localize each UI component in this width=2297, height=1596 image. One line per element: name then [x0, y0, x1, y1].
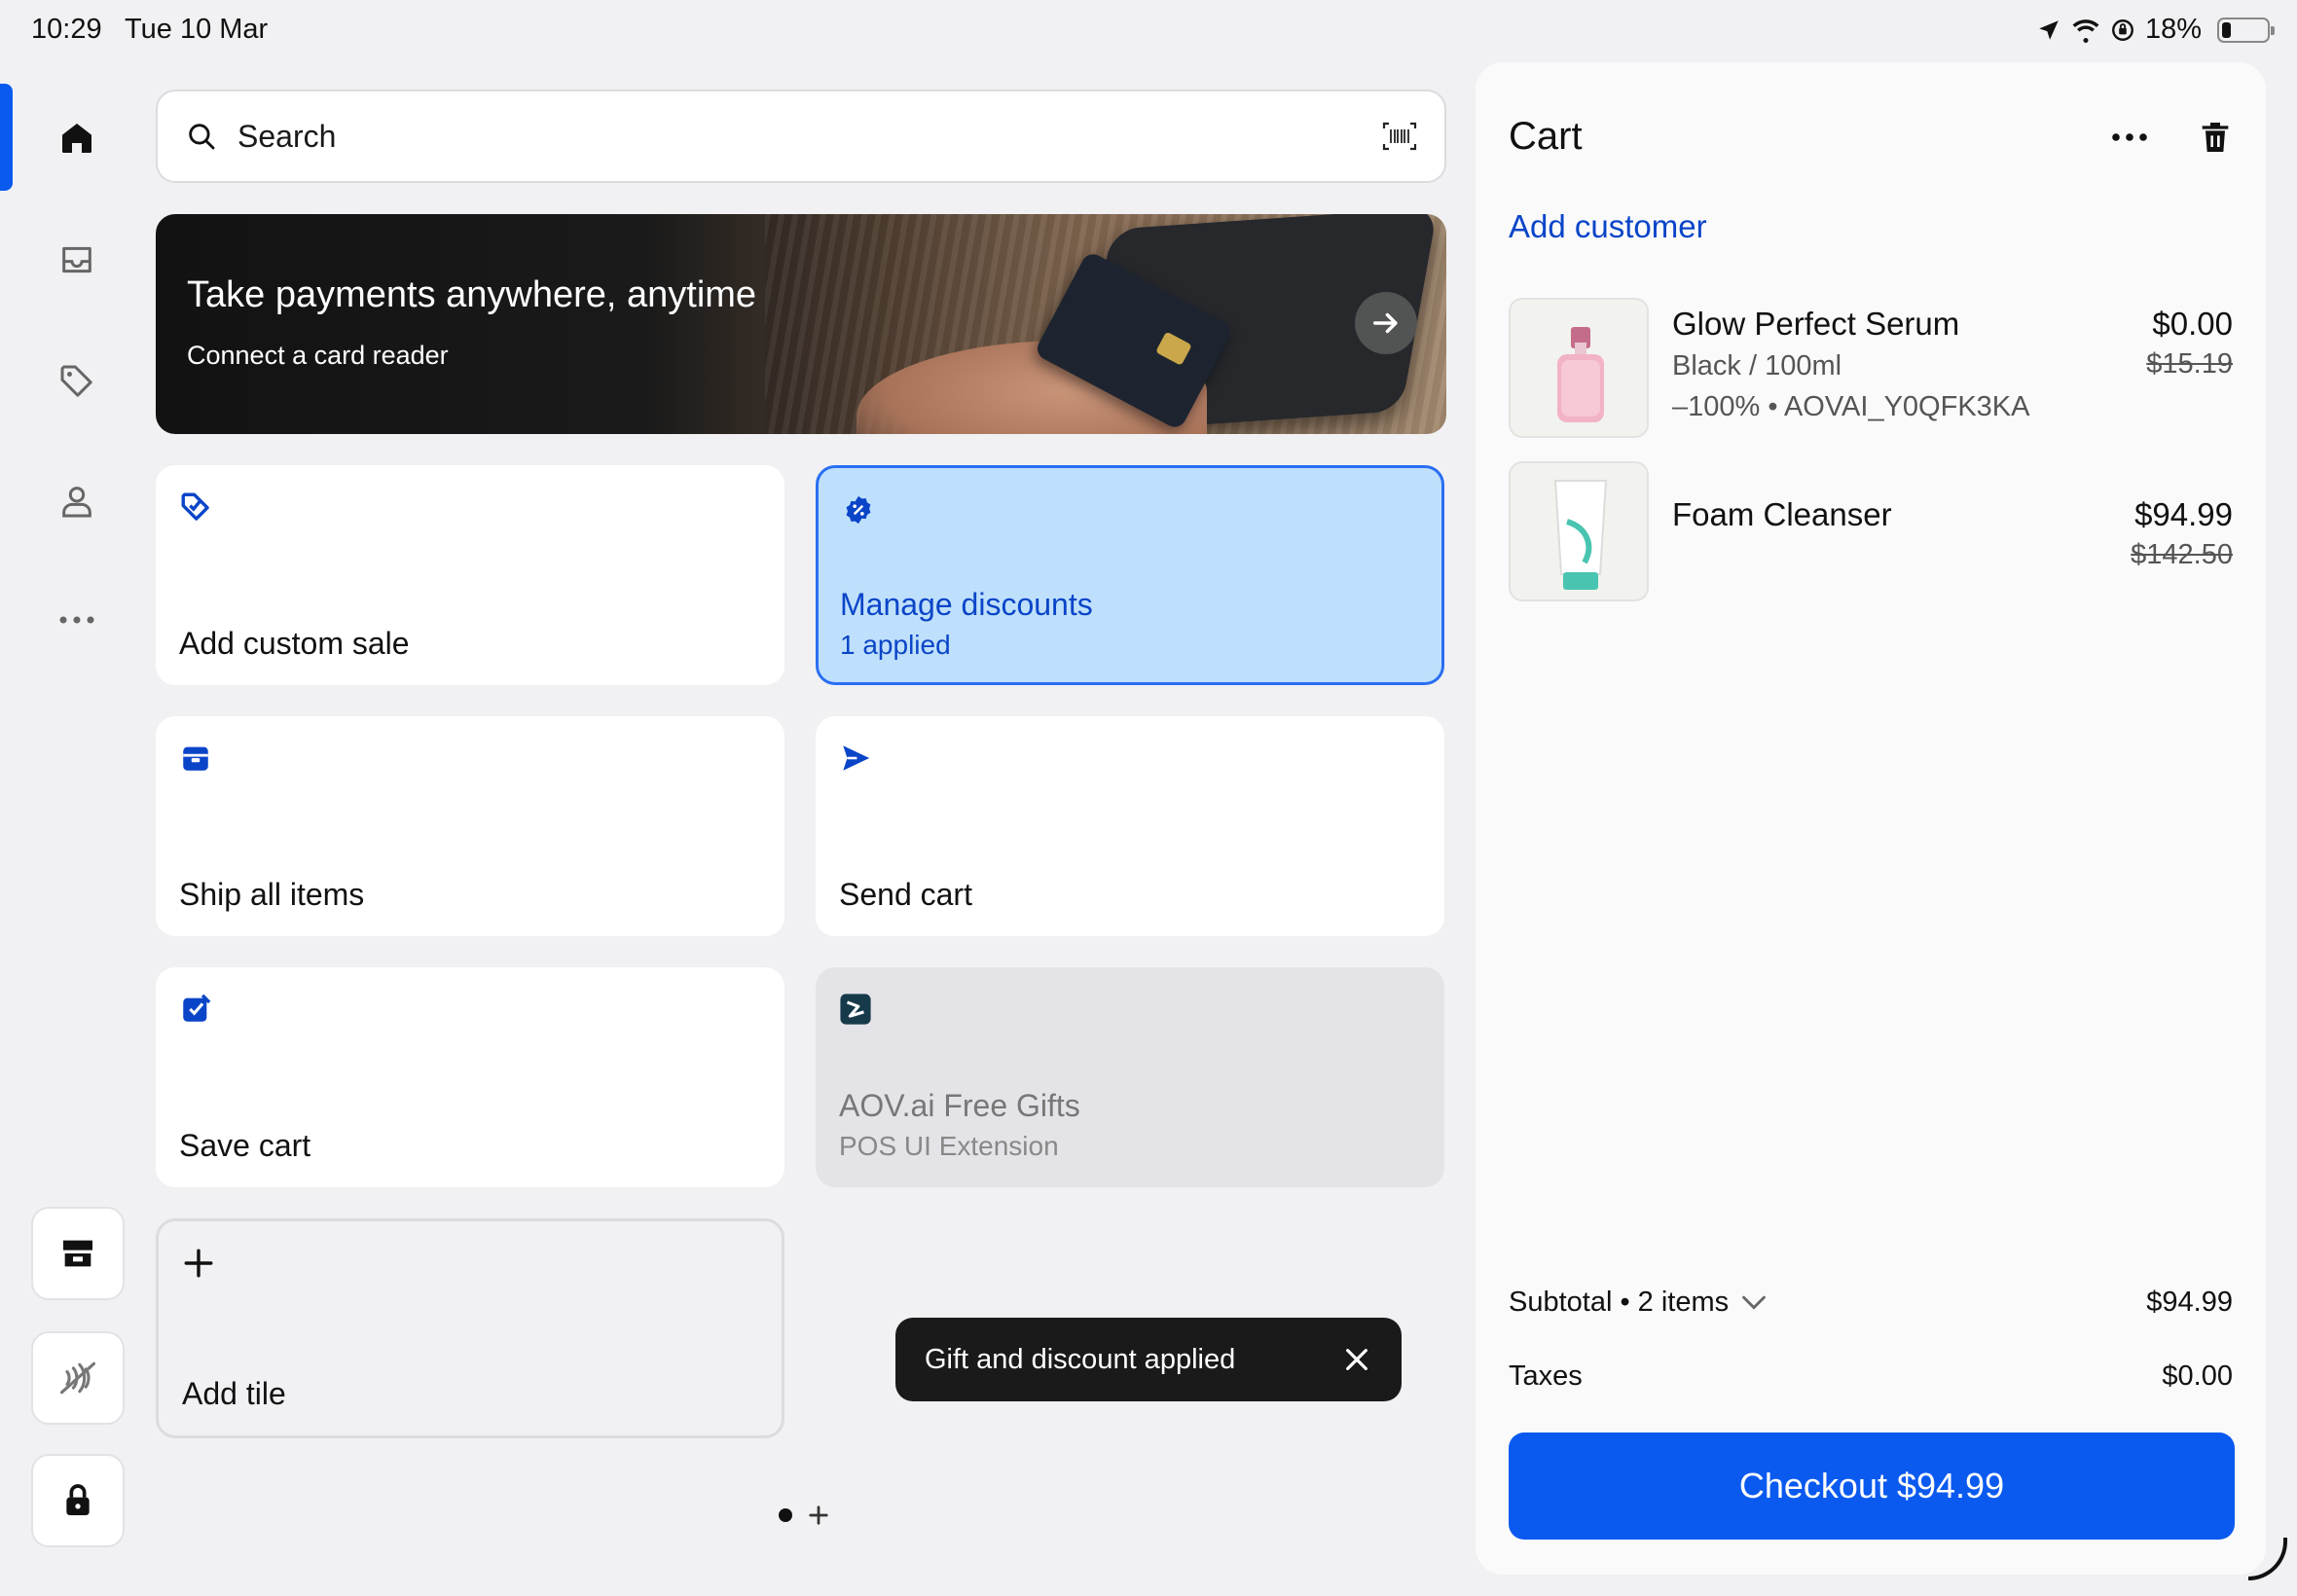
tile-add-tile[interactable]: Add tile	[156, 1218, 784, 1438]
item-price: $94.99	[2134, 496, 2233, 532]
nav-products[interactable]	[53, 357, 101, 406]
banner-arrow-button[interactable]	[1355, 292, 1417, 354]
status-date: Tue 10 Mar	[125, 14, 269, 45]
lock-button[interactable]	[31, 1454, 125, 1547]
product-thumbnail	[1509, 298, 1649, 438]
plus-icon	[184, 1249, 213, 1278]
home-icon	[62, 124, 91, 153]
item-variant: Black / 100ml	[1672, 350, 1842, 381]
store-button[interactable]	[31, 1207, 125, 1300]
cart-line-item[interactable]: Foam Cleanser $94.99 $142.50	[1509, 461, 2233, 603]
send-icon	[843, 745, 870, 771]
tile-sublabel: 1 applied	[840, 630, 951, 660]
nav-orders[interactable]	[53, 236, 101, 284]
toast-notification: Gift and discount applied	[895, 1318, 1402, 1401]
subtotal-label: Subtotal • 2 items	[1509, 1287, 1730, 1318]
nav-home[interactable]	[53, 114, 101, 163]
item-original-price: $15.19	[2146, 348, 2233, 380]
search-input[interactable]: Search	[237, 119, 1382, 155]
banner-subtitle: Connect a card reader	[187, 341, 449, 370]
nav-customers[interactable]	[53, 477, 101, 526]
card-reader-banner[interactable]: Take payments anywhere, anytime Connect …	[156, 214, 1446, 434]
barcode-scan-icon[interactable]	[1382, 121, 1417, 152]
tile-manage-discounts[interactable]: Manage discounts 1 applied	[816, 465, 1444, 685]
subtotal-row[interactable]: Subtotal • 2 items $94.99	[1509, 1287, 2233, 1319]
tile-aov-free-gifts[interactable]: AOV.ai Free Gifts POS UI Extension	[816, 967, 1444, 1187]
search-icon	[189, 124, 215, 150]
checkout-button[interactable]: Checkout $94.99	[1509, 1433, 2235, 1540]
search-bar[interactable]: Search	[156, 90, 1446, 183]
serum-bottle-image	[1557, 327, 1604, 422]
page-indicator[interactable]	[779, 1505, 829, 1526]
more-horizontal-icon	[59, 616, 94, 624]
package-icon	[183, 746, 208, 771]
wifi-icon	[2072, 18, 2099, 43]
tile-label: Add tile	[182, 1376, 286, 1411]
card-reader-button[interactable]	[31, 1331, 125, 1425]
tile-label: AOV.ai Free Gifts	[839, 1088, 1080, 1123]
item-discount: –100% • AOVAI_Y0QFK3KA	[1672, 391, 2030, 422]
product-thumbnail	[1509, 461, 1649, 601]
item-name: Foam Cleanser	[1672, 496, 1892, 532]
tile-save-cart[interactable]: Save cart	[156, 967, 784, 1187]
tag-icon	[60, 365, 92, 397]
tile-sublabel: POS UI Extension	[839, 1131, 1059, 1161]
banner-title: Take payments anywhere, anytime	[187, 274, 757, 315]
battery-icon	[2217, 17, 2275, 43]
tile-label: Ship all items	[179, 877, 365, 912]
item-price: $0.00	[2152, 306, 2233, 342]
tile-ship-all-items[interactable]: Ship all items	[156, 716, 784, 936]
aov-app-icon	[840, 994, 871, 1025]
status-bar: 10:29 Tue 10 Mar 18%	[0, 0, 2297, 62]
cart-title: Cart	[1509, 115, 1583, 158]
taxes-row: Taxes $0.00	[1509, 1360, 2233, 1393]
status-time: 10:29	[31, 14, 102, 45]
trash-icon	[2202, 123, 2229, 152]
subtotal-value: $94.99	[2146, 1287, 2233, 1318]
close-icon[interactable]	[1341, 1344, 1372, 1375]
contactless-off-icon	[59, 1361, 96, 1395]
lock-icon	[66, 1484, 90, 1515]
tile-label: Manage discounts	[840, 587, 1093, 622]
inbox-icon	[62, 246, 91, 273]
status-indicators: 18%	[2036, 14, 2275, 46]
taxes-label: Taxes	[1509, 1360, 1583, 1392]
discount-badge-icon	[846, 495, 871, 525]
tag-edit-icon	[181, 492, 209, 521]
taxes-value: $0.00	[2162, 1360, 2233, 1392]
chevron-down-icon[interactable]	[1740, 1293, 1768, 1313]
cleanser-tube-image	[1553, 480, 1608, 590]
save-cart-icon	[183, 994, 211, 1022]
tile-send-cart[interactable]: Send cart	[816, 716, 1444, 936]
clear-cart-button[interactable]	[2196, 117, 2235, 163]
tile-label: Save cart	[179, 1128, 311, 1163]
arrow-right-icon	[1372, 312, 1398, 334]
item-name: Glow Perfect Serum	[1672, 306, 1960, 342]
add-page-icon[interactable]	[808, 1505, 829, 1526]
person-icon	[62, 487, 91, 518]
tile-add-custom-sale[interactable]: Add custom sale	[156, 465, 784, 685]
cart-more-button[interactable]	[2110, 130, 2149, 148]
battery-percent: 18%	[2144, 14, 2202, 45]
page-dot[interactable]	[779, 1508, 792, 1522]
location-icon	[2039, 19, 2059, 40]
nav-more[interactable]	[53, 596, 101, 644]
item-original-price: $142.50	[2131, 539, 2233, 570]
tile-label: Send cart	[839, 877, 972, 912]
resize-handle	[2248, 1538, 2287, 1580]
cart-panel: Cart Add customer Glow Perfect Serum Bla…	[1476, 62, 2266, 1575]
add-customer-link[interactable]: Add customer	[1509, 208, 1707, 245]
store-icon	[63, 1240, 92, 1267]
orientation-lock-icon	[2112, 18, 2133, 41]
nav-active-indicator	[0, 84, 13, 191]
toast-message: Gift and discount applied	[925, 1343, 1236, 1375]
cart-line-item[interactable]: Glow Perfect Serum Black / 100ml –100% •…	[1509, 298, 2233, 440]
tile-label: Add custom sale	[179, 626, 410, 661]
more-horizontal-icon	[2112, 133, 2147, 141]
